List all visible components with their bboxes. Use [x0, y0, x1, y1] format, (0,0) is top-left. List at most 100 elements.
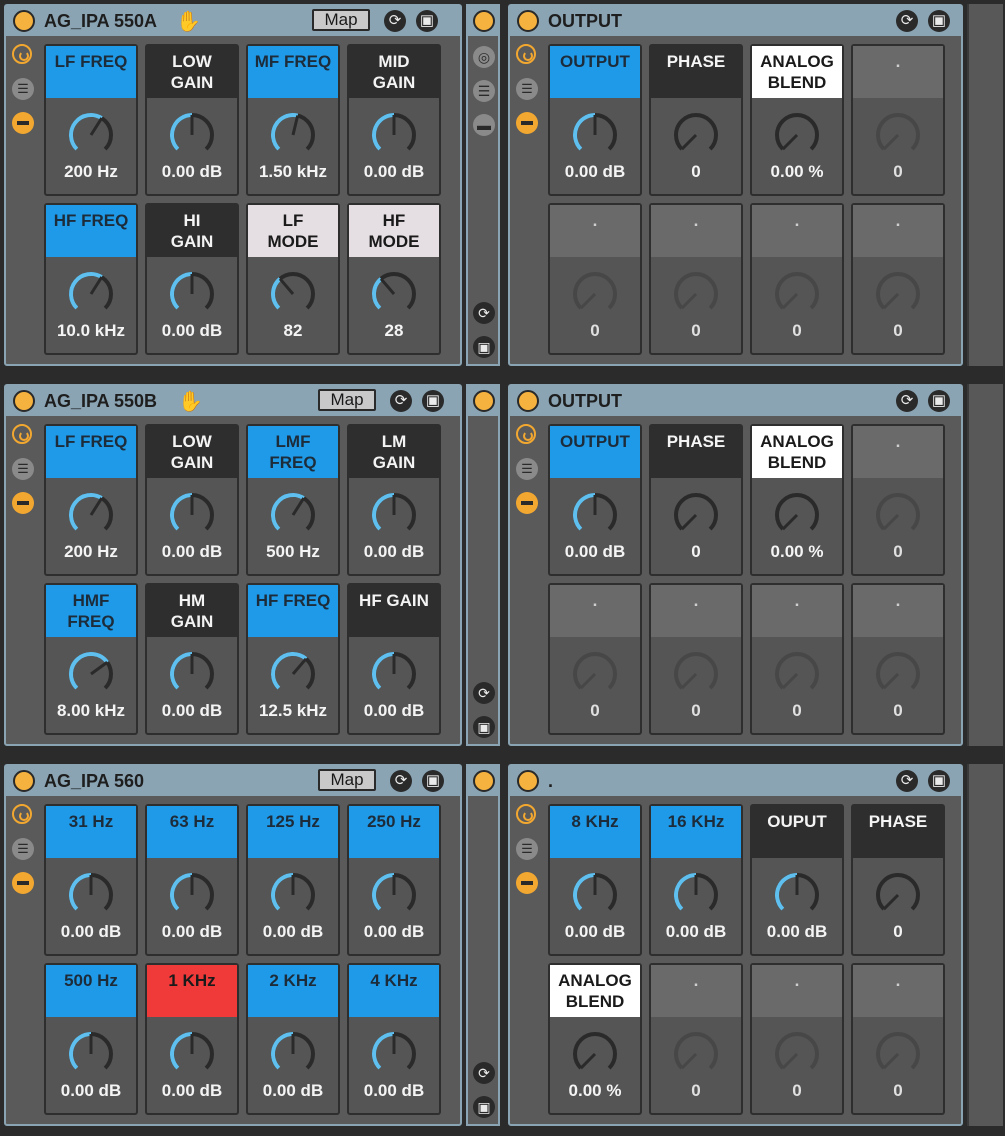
macro-knob[interactable]: HI GAIN 0.00 dB — [145, 203, 239, 355]
knob[interactable] — [772, 110, 822, 160]
macro-knob[interactable]: LOW GAIN 0.00 dB — [145, 44, 239, 196]
knob[interactable] — [570, 110, 620, 160]
knob[interactable] — [167, 649, 217, 699]
macro-knob[interactable]: OUTPUT 0.00 dB — [548, 424, 642, 576]
macro-knob[interactable]: .0 — [750, 203, 844, 355]
knob[interactable] — [167, 490, 217, 540]
macro-knob[interactable]: 16 KHz 0.00 dB — [649, 804, 743, 956]
refresh-icon[interactable]: ⟳ — [384, 10, 406, 32]
macro-knob[interactable]: .0 — [649, 583, 743, 735]
power-icon[interactable] — [473, 770, 495, 792]
macro-knob[interactable]: ANALOG BLEND 0.00 % — [750, 424, 844, 576]
map-button[interactable]: Map — [318, 389, 376, 411]
macro-knob[interactable]: HF GAIN 0.00 dB — [347, 583, 441, 735]
save-icon[interactable]: ▣ — [928, 390, 950, 412]
knob[interactable] — [66, 870, 116, 920]
chain-toggle-icon[interactable] — [12, 112, 34, 134]
refresh-icon[interactable]: ⟳ — [390, 770, 412, 792]
power-icon[interactable] — [13, 10, 35, 32]
knob[interactable] — [167, 110, 217, 160]
macro-knob[interactable]: 1 KHz 0.00 dB — [145, 963, 239, 1115]
macro-knob[interactable]: .0 — [851, 203, 945, 355]
knob[interactable] — [66, 269, 116, 319]
knob[interactable] — [268, 490, 318, 540]
macro-knob[interactable]: LMF FREQ 500 Hz — [246, 424, 340, 576]
macro-knob[interactable]: HF FREQ 12.5 kHz — [246, 583, 340, 735]
knob[interactable] — [167, 1029, 217, 1079]
refresh-icon[interactable]: ⟳ — [896, 390, 918, 412]
refresh-icon[interactable]: ⟳ — [896, 10, 918, 32]
knob[interactable] — [570, 1029, 620, 1079]
macro-config-icon[interactable] — [12, 44, 32, 64]
macro-knob[interactable]: .0 — [750, 583, 844, 735]
macro-knob[interactable]: ANALOG BLEND 0.00 % — [548, 963, 642, 1115]
chain-toggle-icon[interactable] — [516, 112, 538, 134]
macro-knob[interactable]: OUPUT 0.00 dB — [750, 804, 844, 956]
macro-knob[interactable]: LOW GAIN 0.00 dB — [145, 424, 239, 576]
macro-knob[interactable]: PHASE 0 — [649, 44, 743, 196]
macro-knob[interactable]: MID GAIN 0.00 dB — [347, 44, 441, 196]
knob[interactable] — [772, 1029, 822, 1079]
macro-knob[interactable]: .0 — [750, 963, 844, 1115]
macro-config-icon[interactable] — [516, 804, 536, 824]
macro-knob[interactable]: ANALOG BLEND 0.00 % — [750, 44, 844, 196]
save-icon[interactable]: ▣ — [928, 10, 950, 32]
knob[interactable] — [570, 269, 620, 319]
refresh-icon[interactable]: ⟳ — [390, 390, 412, 412]
macro-knob[interactable]: .0 — [851, 583, 945, 735]
list-icon[interactable]: ☰ — [516, 458, 538, 480]
chain-toggle-icon[interactable] — [516, 872, 538, 894]
knob[interactable] — [671, 649, 721, 699]
knob[interactable] — [873, 1029, 923, 1079]
knob[interactable] — [66, 649, 116, 699]
list-icon[interactable]: ☰ — [12, 78, 34, 100]
knob[interactable] — [772, 649, 822, 699]
knob[interactable] — [268, 269, 318, 319]
knob[interactable] — [268, 649, 318, 699]
chain-toggle-icon[interactable] — [12, 872, 34, 894]
macro-knob[interactable]: .0 — [851, 963, 945, 1115]
knob[interactable] — [873, 649, 923, 699]
knob[interactable] — [873, 110, 923, 160]
chain-toggle-icon[interactable] — [516, 492, 538, 514]
macro-knob[interactable]: LM GAIN 0.00 dB — [347, 424, 441, 576]
macro-knob[interactable]: .0 — [851, 424, 945, 576]
macro-config-icon[interactable] — [516, 44, 536, 64]
macro-config-icon[interactable]: ◎ — [473, 46, 495, 68]
macro-knob[interactable]: OUTPUT 0.00 dB — [548, 44, 642, 196]
power-icon[interactable] — [13, 770, 35, 792]
list-icon[interactable]: ☰ — [516, 838, 538, 860]
map-button[interactable]: Map — [318, 769, 376, 791]
knob[interactable] — [772, 490, 822, 540]
macro-config-icon[interactable] — [516, 424, 536, 444]
macro-knob[interactable]: 2 KHz 0.00 dB — [246, 963, 340, 1115]
macro-config-icon[interactable] — [12, 424, 32, 444]
macro-knob[interactable]: 125 Hz 0.00 dB — [246, 804, 340, 956]
knob[interactable] — [873, 269, 923, 319]
list-icon[interactable]: ☰ — [12, 458, 34, 480]
knob[interactable] — [66, 490, 116, 540]
macro-knob[interactable]: .0 — [548, 203, 642, 355]
macro-knob[interactable]: LF FREQ 200 Hz — [44, 44, 138, 196]
macro-knob[interactable]: .0 — [649, 963, 743, 1115]
refresh-icon[interactable]: ⟳ — [473, 682, 495, 704]
knob[interactable] — [671, 110, 721, 160]
knob[interactable] — [772, 269, 822, 319]
macro-config-icon[interactable] — [12, 804, 32, 824]
knob[interactable] — [268, 870, 318, 920]
macro-knob[interactable]: 250 Hz 0.00 dB — [347, 804, 441, 956]
knob[interactable] — [369, 649, 419, 699]
list-icon[interactable]: ☰ — [516, 78, 538, 100]
knob[interactable] — [570, 490, 620, 540]
macro-knob[interactable]: .0 — [548, 583, 642, 735]
knob[interactable] — [66, 1029, 116, 1079]
macro-knob[interactable]: MF FREQ 1.50 kHz — [246, 44, 340, 196]
macro-knob[interactable]: 4 KHz 0.00 dB — [347, 963, 441, 1115]
macro-knob[interactable]: 31 Hz 0.00 dB — [44, 804, 138, 956]
knob[interactable] — [671, 1029, 721, 1079]
knob[interactable] — [671, 269, 721, 319]
knob[interactable] — [268, 1029, 318, 1079]
save-icon[interactable]: ▣ — [422, 390, 444, 412]
map-button[interactable]: Map — [312, 9, 370, 31]
knob[interactable] — [671, 490, 721, 540]
